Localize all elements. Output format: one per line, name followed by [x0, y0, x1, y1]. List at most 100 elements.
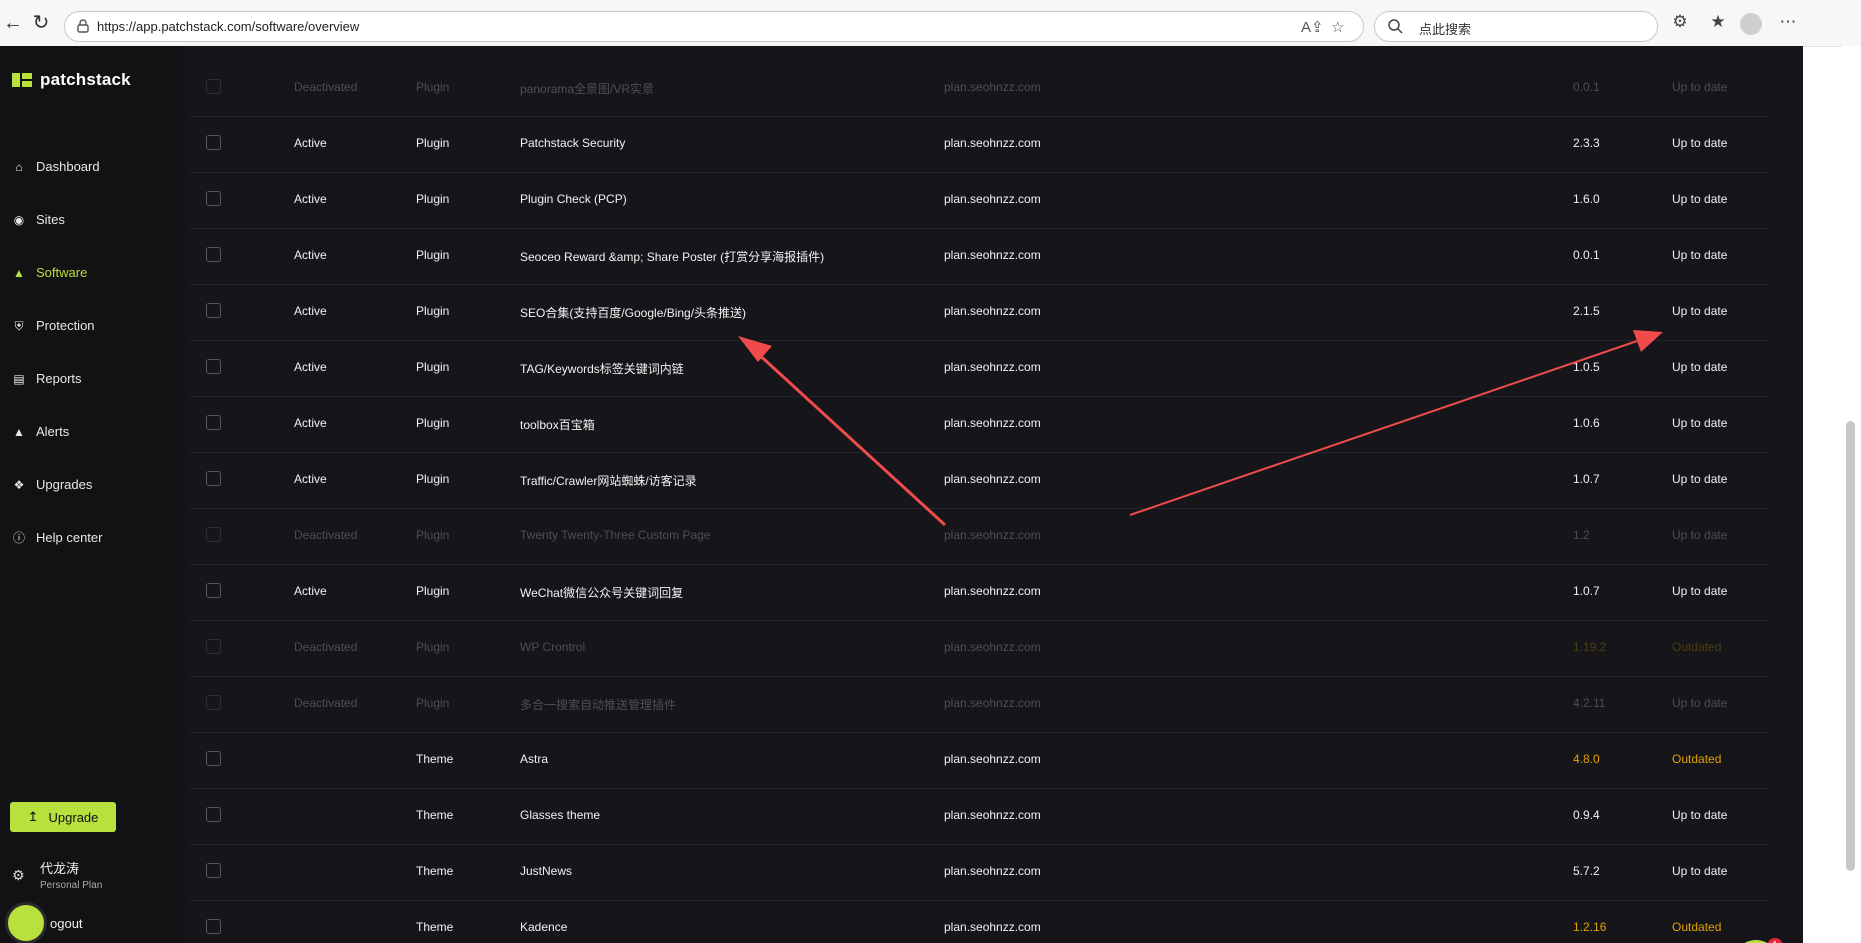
row-checkbox[interactable] [206, 527, 221, 542]
site-cell[interactable]: plan.seohnzz.com [944, 304, 1041, 318]
software-name-cell[interactable]: SEO合集(支持百度/Google/Bing/头条推送) [520, 304, 746, 321]
brand-name: patchstack [40, 70, 131, 89]
refresh-icon[interactable]: ↻ [28, 10, 54, 36]
table-row[interactable]: Active Plugin SEO合集(支持百度/Google/Bing/头条推送)… [190, 284, 1768, 341]
profile-avatar[interactable] [1740, 13, 1762, 35]
info-lock-icon[interactable] [75, 18, 91, 34]
site-cell[interactable]: plan.seohnzz.com [944, 80, 1041, 94]
table-row[interactable]: Deactivated Plugin Twenty Twenty-Three Cus… [190, 508, 1768, 565]
table-row[interactable]: Active Plugin Patchstack Security plan.seoh… [190, 116, 1768, 173]
row-checkbox[interactable] [206, 919, 221, 934]
table-row[interactable]: Deactivated Plugin 多合一搜索自动推送管理插件 plan.seohn… [190, 676, 1768, 733]
favorite-star-icon[interactable]: ☆ [1331, 18, 1344, 36]
site-cell[interactable]: plan.seohnzz.com [944, 472, 1041, 486]
row-checkbox[interactable] [206, 695, 221, 710]
table-row[interactable]: Active Plugin TAG/Keywords标签关键词内链 plan.seoh… [190, 340, 1768, 397]
row-checkbox[interactable] [206, 639, 221, 654]
version-cell: 4.2.11 [1573, 696, 1606, 710]
search-placeholder[interactable]: 点此搜索 [1419, 19, 1471, 38]
software-name-cell[interactable]: panorama全景图/VR实景 [520, 80, 654, 97]
sidebar-item-software[interactable]: ▲ Software [12, 265, 87, 280]
software-name-cell[interactable]: toolbox百宝箱 [520, 416, 595, 433]
software-name-cell[interactable]: Patchstack Security [520, 136, 625, 150]
update-status-cell: Up to date [1672, 584, 1728, 598]
read-aloud-icon[interactable]: A⇪ [1301, 18, 1324, 36]
site-cell[interactable]: plan.seohnzz.com [944, 808, 1041, 822]
software-name-cell[interactable]: Kadence [520, 920, 567, 934]
table-row[interactable]: Active Plugin toolbox百宝箱 plan.seohnzz.com 1.… [190, 396, 1768, 453]
site-cell[interactable]: plan.seohnzz.com [944, 752, 1041, 766]
back-icon[interactable]: ← [0, 10, 26, 36]
site-cell[interactable]: plan.seohnzz.com [944, 136, 1041, 150]
software-name-cell[interactable]: 多合一搜索自动推送管理插件 [520, 696, 676, 713]
site-cell[interactable]: plan.seohnzz.com [944, 640, 1041, 654]
brand-logo[interactable]: patchstack [12, 70, 131, 90]
sidebar-item-protection[interactable]: ⛨ Protection [12, 318, 94, 333]
type-cell: Plugin [416, 360, 450, 374]
row-checkbox[interactable] [206, 583, 221, 598]
site-cell[interactable]: plan.seohnzz.com [944, 416, 1041, 430]
table-row[interactable]: Theme Glasses theme plan.seohnzz.com 0.9.4 U… [190, 788, 1768, 845]
site-cell[interactable]: plan.seohnzz.com [944, 248, 1041, 262]
table-row[interactable]: Active Plugin WeChat微信公众号关键词回复 plan.seohnzz… [190, 564, 1768, 621]
software-name-cell[interactable]: WP Crontrol [520, 640, 585, 654]
sidebar-item-sites[interactable]: ◉ Sites [12, 212, 65, 227]
row-checkbox[interactable] [206, 359, 221, 374]
row-checkbox[interactable] [206, 303, 221, 318]
table-row[interactable]: Active Plugin Plugin Check (PCP) plan.seohn… [190, 172, 1768, 229]
browser-search-box[interactable]: 点此搜索 [1374, 11, 1658, 42]
table-row[interactable]: Theme Kadence plan.seohnzz.com 1.2.16 Outdat… [190, 900, 1768, 943]
favorites-icon[interactable]: ★ [1706, 12, 1730, 32]
site-cell[interactable]: plan.seohnzz.com [944, 192, 1041, 206]
row-checkbox[interactable] [206, 807, 221, 822]
row-checkbox[interactable] [206, 191, 221, 206]
sidebar-item-dashboard[interactable]: ⌂ Dashboard [12, 159, 99, 174]
row-checkbox[interactable] [206, 79, 221, 94]
url-text[interactable]: https://app.patchstack.com/software/over… [97, 19, 359, 34]
software-name-cell[interactable]: WeChat微信公众号关键词回复 [520, 584, 683, 601]
software-name-cell[interactable]: TAG/Keywords标签关键词内链 [520, 360, 684, 377]
software-name-cell[interactable]: Astra [520, 752, 548, 766]
table-row[interactable]: Active Plugin Traffic/Crawler网站蜘蛛/访客记录 plan… [190, 452, 1768, 509]
row-checkbox[interactable] [206, 863, 221, 878]
software-name-cell[interactable]: Plugin Check (PCP) [520, 192, 627, 206]
row-checkbox[interactable] [206, 135, 221, 150]
site-cell[interactable]: plan.seohnzz.com [944, 584, 1041, 598]
sidebar-item-upgrades[interactable]: ❖ Upgrades [12, 477, 93, 492]
table-row[interactable]: Deactivated Plugin panorama全景图/VR实景 plan.se… [190, 60, 1768, 117]
table-row[interactable]: Active Plugin Seoceo Reward &amp; Share Po… [190, 228, 1768, 285]
table-row[interactable]: Deactivated Plugin WP Crontrol plan.seohnzz… [190, 620, 1768, 677]
table-row[interactable]: Theme Astra plan.seohnzz.com 4.8.0 Outdated [190, 732, 1768, 789]
page-scrollbar[interactable] [1842, 46, 1861, 943]
software-name-cell[interactable]: Seoceo Reward &amp; Share Poster (打赏分享海报… [520, 248, 824, 265]
row-checkbox[interactable] [206, 247, 221, 262]
eco-mode-icon[interactable] [5, 902, 47, 943]
address-bar[interactable]: https://app.patchstack.com/software/over… [64, 11, 1364, 42]
software-name-cell[interactable]: Traffic/Crawler网站蜘蛛/访客记录 [520, 472, 697, 489]
software-name-cell[interactable]: Glasses theme [520, 808, 600, 822]
table-row[interactable]: Theme JustNews plan.seohnzz.com 5.7.2 Up to … [190, 844, 1768, 901]
row-checkbox[interactable] [206, 415, 221, 430]
row-checkbox[interactable] [206, 471, 221, 486]
site-cell[interactable]: plan.seohnzz.com [944, 696, 1041, 710]
extensions-icon[interactable]: ⚙ [1668, 12, 1692, 32]
site-cell[interactable]: plan.seohnzz.com [944, 528, 1041, 542]
more-menu-icon[interactable]: ⋯ [1776, 12, 1800, 32]
home-icon: ⌂ [15, 159, 23, 174]
sidebar-item-alerts[interactable]: ▲ Alerts [12, 424, 69, 439]
site-cell[interactable]: plan.seohnzz.com [944, 360, 1041, 374]
site-cell[interactable]: plan.seohnzz.com [944, 920, 1041, 934]
upgrade-button[interactable]: ↥ Upgrade [10, 802, 116, 832]
site-cell[interactable]: plan.seohnzz.com [944, 864, 1041, 878]
software-name-cell[interactable]: JustNews [520, 864, 572, 878]
update-status-cell: Up to date [1672, 472, 1728, 486]
app-scrollbar[interactable] [1796, 46, 1803, 943]
sidebar-item-reports[interactable]: ▤ Reports [12, 371, 81, 386]
sidebar-item-help-center[interactable]: ⓘ Help center [12, 530, 103, 545]
page-scrollbar-thumb[interactable] [1846, 421, 1855, 871]
settings-gear-icon[interactable]: ⚙ [12, 867, 25, 884]
logout-link[interactable]: ogout [50, 916, 83, 931]
row-checkbox[interactable] [206, 751, 221, 766]
user-name[interactable]: 代龙涛 [40, 858, 79, 877]
software-name-cell[interactable]: Twenty Twenty-Three Custom Page [520, 528, 711, 542]
